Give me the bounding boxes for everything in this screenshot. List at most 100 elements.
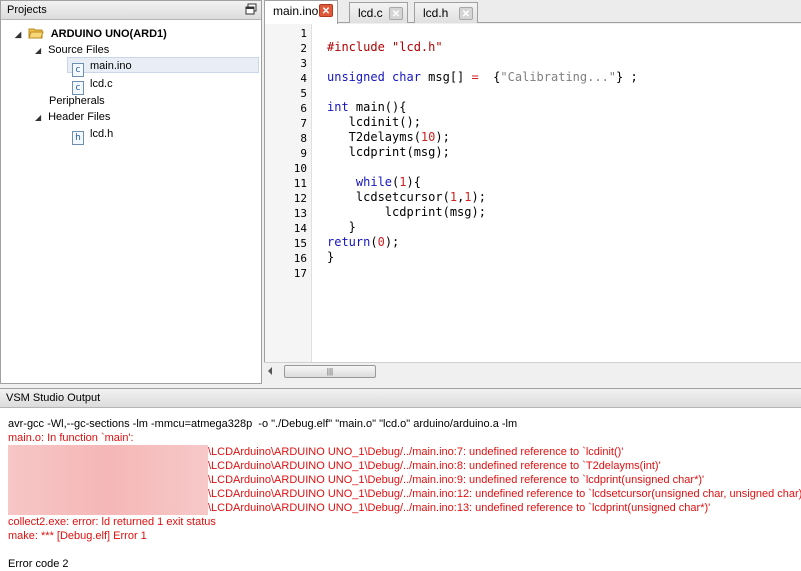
code-line-4: unsigned char msg[] = {"Calibrating..."}… [327, 70, 638, 85]
line-number: 6 [300, 102, 307, 115]
line-number: 8 [300, 132, 307, 145]
scroll-left-arrow-icon[interactable] [268, 367, 272, 375]
output-panel-header: VSM Studio Output [0, 389, 801, 408]
code-token: ); [384, 235, 400, 249]
code-line-8: T2delayms(10); [327, 130, 450, 145]
code-line-9: lcdprint(msg); [327, 145, 450, 160]
restore-window-icon[interactable] [245, 3, 257, 15]
tree-item-label: Source Files [48, 44, 110, 56]
code-token: } ; [616, 70, 638, 84]
expanded-arrow-icon[interactable]: ◢ [35, 43, 45, 59]
output-panel: VSM Studio Output avr-gcc -Wl,--gc-secti… [0, 388, 801, 571]
output-line: \LCDArduino\ARDUINO UNO_1\Debug/../main.… [208, 460, 661, 472]
expanded-arrow-icon[interactable]: ◢ [15, 27, 25, 43]
close-tab-icon[interactable]: ✕ [459, 7, 473, 20]
code-token: T2delayms( [327, 130, 421, 144]
h-file-icon: h [72, 131, 84, 145]
code-token: ); [471, 190, 486, 204]
horizontal-scrollbar[interactable]: ||| [264, 362, 801, 379]
close-tab-icon[interactable]: ✕ [319, 4, 333, 17]
line-number: 16 [293, 252, 307, 265]
code-token: lcdinit(); [327, 115, 421, 129]
code-line-7: lcdinit(); [327, 115, 421, 130]
tree-item-header-files[interactable]: ◢ Header Files [35, 109, 110, 125]
line-number: 3 [300, 57, 307, 70]
number-token: 10 [420, 130, 436, 144]
output-line: avr-gcc -Wl,--gc-sections -lm -mmcu=atme… [8, 418, 518, 430]
code-line-11: while(1){ [327, 175, 421, 190]
line-number: 12 [293, 192, 307, 205]
tree-item-main-ino[interactable]: c main.ino [67, 57, 259, 77]
operator-token: = [471, 70, 479, 84]
line-number: 10 [293, 162, 307, 175]
expanded-arrow-icon[interactable]: ◢ [35, 110, 45, 126]
code-line-12: lcdsetcursor(1,1); [327, 190, 486, 205]
line-number: 5 [300, 87, 307, 100]
code-token: ); [435, 130, 450, 144]
projects-panel: Projects ◢ ARDUINO UNO(ARD1) ◢ Source Fi… [0, 0, 262, 384]
tree-item-lcd-c[interactable]: c lcd.c [72, 76, 113, 95]
output-line: \LCDArduino\ARDUINO UNO_1\Debug/../main.… [208, 474, 705, 486]
code-token: } [327, 220, 356, 234]
line-number: 2 [300, 42, 307, 55]
code-token: msg[] [420, 70, 472, 84]
keyword-token: unsigned char [327, 70, 421, 84]
tree-item-lcd-h[interactable]: h lcd.h [72, 126, 114, 145]
code-token: } [327, 250, 335, 264]
string-token: "Calibrating..." [500, 70, 617, 84]
line-number: 11 [293, 177, 307, 190]
tree-item-label: main.ino [90, 60, 132, 72]
tab-main-ino[interactable]: main.ino ✕ [264, 0, 338, 24]
line-number: 14 [293, 222, 307, 235]
projects-panel-header: Projects [1, 1, 261, 20]
line-number: 9 [300, 147, 307, 160]
output-line: \LCDArduino\ARDUINO UNO_1\Debug/../main.… [208, 502, 711, 514]
tree-item-label: lcd.c [90, 78, 113, 90]
tab-lcd-h[interactable]: lcd.h ✕ [414, 2, 478, 23]
output-line: \LCDArduino\ARDUINO UNO_1\Debug/../main.… [208, 446, 624, 458]
code-token: lcdprint(msg); [327, 205, 486, 219]
close-tab-icon[interactable]: ✕ [389, 7, 403, 20]
line-number: 13 [293, 207, 307, 220]
code-line-2: #include "lcd.h" [327, 40, 443, 55]
keyword-token: return [327, 235, 371, 249]
code-token: ( [370, 235, 378, 249]
tab-label: main.ino [273, 4, 319, 18]
keyword-token: int [327, 100, 349, 114]
output-panel-title: VSM Studio Output [6, 392, 101, 404]
projects-panel-title: Projects [7, 4, 47, 16]
tree-item-peripherals[interactable]: Peripherals [49, 93, 105, 109]
tab-label: lcd.h [423, 6, 449, 20]
scrollbar-thumb[interactable]: ||| [284, 365, 376, 378]
c-file-icon: c [72, 63, 84, 77]
tree-item-label: Header Files [48, 111, 111, 123]
code-token: main(){ [348, 100, 407, 114]
number-token: 0 [377, 235, 385, 249]
code-token: lcdprint(msg); [327, 145, 450, 159]
editor-tab-bar: main.ino ✕ lcd.c ✕ lcd.h ✕ [264, 0, 801, 24]
tree-item-source-files[interactable]: ◢ Source Files [35, 42, 109, 58]
tree-item-label: lcd.h [90, 128, 114, 140]
code-line-14: } [327, 220, 356, 235]
code-token: { [478, 70, 501, 84]
line-number: 15 [293, 237, 307, 250]
redacted-path-block [8, 445, 208, 515]
tab-label: lcd.c [358, 6, 383, 20]
tree-item-project-root[interactable]: ◢ ARDUINO UNO(ARD1) [15, 26, 167, 42]
code-line-6: int main(){ [327, 100, 406, 115]
tab-lcd-c[interactable]: lcd.c ✕ [349, 2, 408, 23]
code-text-area[interactable]: 1 2 3 4 5 6 7 8 9 10 11 12 13 14 15 16 1… [264, 24, 801, 362]
code-line-16: } [327, 250, 334, 265]
output-line: make: *** [Debug.elf] Error 1 [8, 530, 147, 542]
tree-item-label: ARDUINO UNO(ARD1) [50, 28, 167, 40]
folder-open-icon [28, 28, 44, 39]
line-number-gutter: 1 2 3 4 5 6 7 8 9 10 11 12 13 14 15 16 1… [265, 24, 312, 362]
code-line-15: return(0); [327, 235, 399, 250]
output-line: collect2.exe: error: ld returned 1 exit … [8, 516, 216, 528]
code-line-13: lcdprint(msg); [327, 205, 486, 220]
code-editor: main.ino ✕ lcd.c ✕ lcd.h ✕ 1 2 3 4 5 6 7… [264, 0, 801, 384]
number-token: 1 [399, 175, 407, 189]
preprocessor-token: #include [327, 40, 393, 54]
output-line: \LCDArduino\ARDUINO UNO_1\Debug/../main.… [208, 488, 801, 500]
line-number: 7 [300, 117, 307, 130]
